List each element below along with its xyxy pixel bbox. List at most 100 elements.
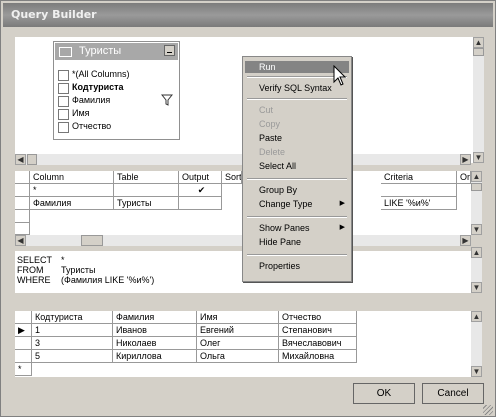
results-header[interactable]: Фамилия xyxy=(113,311,197,324)
resize-grip-icon[interactable] xyxy=(483,405,493,415)
mouse-cursor-icon xyxy=(333,65,347,86)
scroll-up-icon[interactable]: ▲ xyxy=(471,311,482,322)
grid-header-sort[interactable]: Sort xyxy=(222,171,242,184)
result-cell[interactable]: Кириллова xyxy=(113,350,197,363)
window-title: Query Builder xyxy=(11,8,97,21)
menu-item-change-type[interactable]: Change Type ▶ xyxy=(245,198,349,210)
table-window[interactable]: Туристы *(All Columns) Кодтуриста Фамили… xyxy=(53,41,180,140)
grid-header-table[interactable]: Table xyxy=(114,171,179,184)
sql-keyword: WHERE xyxy=(17,275,51,285)
result-cell[interactable]: Вячеславович xyxy=(279,337,357,350)
results-header[interactable]: Отчество xyxy=(279,311,357,324)
scroll-thumb[interactable] xyxy=(471,183,482,191)
grid-header-criteria[interactable]: Criteria xyxy=(381,171,457,184)
result-cell[interactable]: Ольга xyxy=(197,350,279,363)
row-selector[interactable] xyxy=(15,184,30,197)
submenu-arrow-icon: ▶ xyxy=(339,200,345,207)
menu-item-properties[interactable]: Properties xyxy=(245,260,349,272)
grid-cell-column[interactable]: * xyxy=(30,184,114,197)
row-selector[interactable] xyxy=(15,197,30,210)
scroll-up-icon[interactable]: ▲ xyxy=(473,37,484,48)
title-bar[interactable]: Query Builder xyxy=(3,3,493,27)
scroll-up-icon[interactable]: ▲ xyxy=(471,171,482,182)
diagram-vscrollbar[interactable]: ▲ ▼ xyxy=(473,37,484,163)
result-cell[interactable]: Степанович xyxy=(279,324,357,337)
scroll-thumb[interactable] xyxy=(27,154,37,165)
checkbox[interactable] xyxy=(58,109,69,120)
grid-header-or[interactable]: Or xyxy=(457,171,471,184)
grid-cell-output[interactable] xyxy=(179,197,222,210)
submenu-arrow-icon: ▶ xyxy=(339,224,345,231)
scroll-thumb[interactable] xyxy=(473,48,484,56)
scroll-up-icon[interactable]: ▲ xyxy=(471,247,482,258)
scroll-thumb[interactable] xyxy=(81,235,103,246)
menu-item-show-panes[interactable]: Show Panes ▶ xyxy=(245,222,349,234)
context-menu: Run Verify SQL Syntax Cut Copy Paste Del… xyxy=(242,56,352,282)
current-row-arrow-icon: ▶ xyxy=(18,325,25,335)
results-vscrollbar[interactable]: ▲ ▼ xyxy=(471,311,482,377)
row-selector[interactable] xyxy=(15,337,32,350)
result-cell[interactable]: 3 xyxy=(32,337,113,350)
scroll-down-icon[interactable]: ▼ xyxy=(471,366,482,377)
checkbox[interactable] xyxy=(58,96,69,107)
result-cell[interactable]: Евгений xyxy=(197,324,279,337)
filter-icon xyxy=(161,94,173,106)
sql-vscrollbar[interactable]: ▲ ▼ xyxy=(471,247,482,293)
scroll-left-icon[interactable]: ◀ xyxy=(15,235,26,246)
results-header[interactable]: Имя xyxy=(197,311,279,324)
scroll-right-icon[interactable]: ▶ xyxy=(460,235,471,246)
grid-cell-column[interactable]: Фамилия xyxy=(30,197,114,210)
menu-item-hide-pane[interactable]: Hide Pane xyxy=(245,236,349,248)
result-cell[interactable]: Николаев xyxy=(113,337,197,350)
ok-button[interactable]: OK xyxy=(353,383,415,404)
grid-cell-table[interactable]: Туристы xyxy=(114,197,179,210)
scroll-down-icon[interactable]: ▼ xyxy=(471,282,482,293)
grid-cell-output[interactable]: ✔ xyxy=(179,184,222,197)
scroll-left-icon[interactable]: ◀ xyxy=(15,154,26,165)
menu-separator xyxy=(247,178,347,180)
grid-header-column[interactable]: Column xyxy=(30,171,114,184)
scroll-right-icon[interactable]: ▶ xyxy=(460,154,471,165)
scroll-down-icon[interactable]: ▼ xyxy=(471,224,482,235)
result-cell[interactable]: 1 xyxy=(32,324,113,337)
checkbox[interactable] xyxy=(58,83,69,94)
grid-vscrollbar[interactable]: ▲ ▼ xyxy=(471,171,482,235)
menu-item-delete: Delete xyxy=(259,147,286,157)
sql-text[interactable]: SELECT * FROM Туристы WHERE (Фамилия LIKE '… xyxy=(17,255,154,285)
menu-item-paste[interactable]: Paste xyxy=(245,132,349,144)
menu-separator xyxy=(247,216,347,218)
results-header-selector xyxy=(15,311,32,324)
sql-keyword: SELECT xyxy=(17,255,53,265)
result-cell[interactable]: Михайловна xyxy=(279,350,357,363)
table-icon xyxy=(59,47,72,57)
menu-separator xyxy=(247,76,347,78)
table-window-header[interactable]: Туристы xyxy=(55,43,178,60)
scroll-down-icon[interactable]: ▼ xyxy=(473,152,484,163)
row-selector[interactable] xyxy=(15,350,32,363)
grid-header-selector xyxy=(15,171,30,184)
current-row-indicator[interactable]: ▶ xyxy=(15,324,32,337)
minimize-icon[interactable] xyxy=(164,45,175,56)
grid-cell-table[interactable] xyxy=(114,184,179,197)
menu-item-cut: Cut xyxy=(259,105,274,115)
checkbox[interactable] xyxy=(58,122,69,133)
grid-cell-criteria[interactable]: LIKE '%и%' xyxy=(381,197,457,210)
menu-separator xyxy=(247,98,347,100)
table-name: Туристы xyxy=(79,45,122,57)
grid-header-output[interactable]: Output xyxy=(179,171,222,184)
result-cell[interactable]: 5 xyxy=(32,350,113,363)
checkbox[interactable] xyxy=(58,70,69,81)
row-selector[interactable] xyxy=(15,223,30,235)
sql-keyword: FROM xyxy=(17,265,44,275)
sql-value: (Фамилия LIKE '%и%') xyxy=(61,275,155,285)
row-selector[interactable] xyxy=(15,210,30,223)
result-cell[interactable]: Олег xyxy=(197,337,279,350)
menu-item-select-all[interactable]: Select All xyxy=(245,160,349,172)
menu-item-group-by[interactable]: Group By xyxy=(245,184,349,196)
menu-separator xyxy=(247,254,347,256)
new-row-selector[interactable]: * xyxy=(15,363,32,376)
grid-cell-criteria[interactable] xyxy=(381,184,457,197)
results-header[interactable]: Кодтуриста xyxy=(32,311,113,324)
cancel-button[interactable]: Cancel xyxy=(422,383,484,404)
result-cell[interactable]: Иванов xyxy=(113,324,197,337)
